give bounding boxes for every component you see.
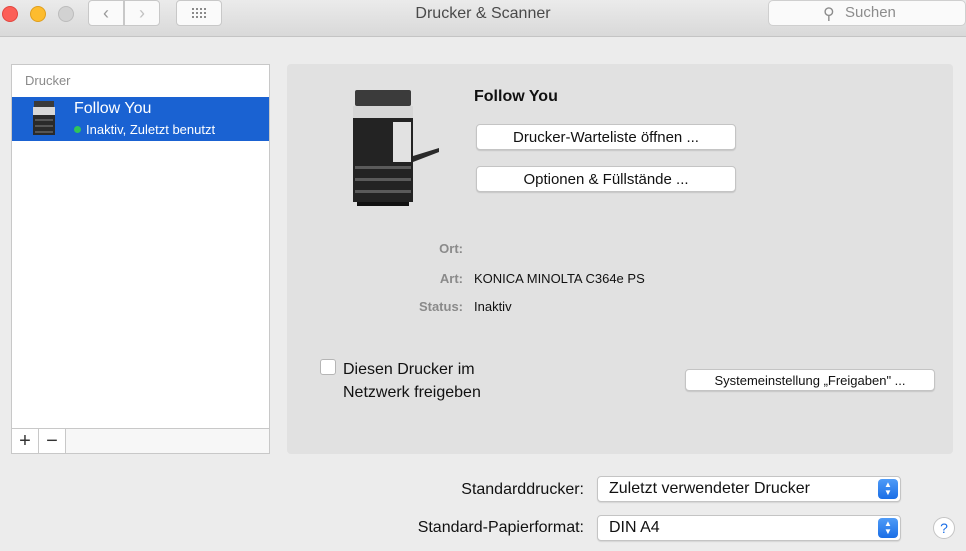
paper-size-label: Standard-Papierformat:	[417, 519, 584, 536]
default-printer-value: Zuletzt verwendeter Drucker	[609, 480, 810, 497]
title-bar: ‹ › Drucker & Scanner ⚲ Suchen	[0, 0, 966, 37]
printer-detail-panel: Follow You Drucker-Warteliste öffnen ...…	[287, 64, 953, 454]
default-printer-label: Standarddrucker:	[461, 481, 584, 498]
kind-label: Art:	[439, 271, 463, 286]
printer-list: Drucker Follow You Inaktiv, Zuletzt benu…	[11, 64, 270, 454]
help-button[interactable]: ?	[933, 517, 955, 539]
printer-list-item[interactable]: Follow You Inaktiv, Zuletzt benutzt	[12, 97, 269, 141]
updown-chevron-icon: ▲ ▼	[878, 518, 898, 538]
default-printer-select[interactable]: Zuletzt verwendeter Drucker ▲ ▼	[597, 476, 901, 502]
add-printer-button[interactable]: +	[12, 429, 39, 453]
printer-name: Follow You	[74, 100, 152, 117]
updown-chevron-icon: ▲ ▼	[878, 479, 898, 499]
open-print-queue-button[interactable]: Drucker-Warteliste öffnen ...	[476, 124, 736, 150]
printer-status: Inaktiv, Zuletzt benutzt	[74, 122, 215, 137]
search-field[interactable]: ⚲ Suchen	[768, 0, 966, 26]
printer-status-text: Inaktiv, Zuletzt benutzt	[86, 122, 216, 137]
kind-value: KONICA MINOLTA C364e PS	[474, 271, 645, 286]
status-label: Status:	[418, 299, 463, 314]
remove-printer-button[interactable]: −	[39, 429, 66, 453]
printer-list-footer: + −	[12, 428, 269, 453]
search-placeholder: Suchen	[845, 4, 896, 21]
printer-list-header: Drucker	[25, 73, 71, 88]
paper-size-select[interactable]: DIN A4 ▲ ▼	[597, 515, 901, 541]
location-label: Ort:	[439, 241, 463, 256]
share-printer-checkbox[interactable]	[320, 359, 336, 375]
options-supplies-button[interactable]: Optionen & Füllstände ...	[476, 166, 736, 192]
printer-title: Follow You	[474, 88, 558, 105]
status-value: Inaktiv	[474, 299, 512, 314]
search-icon: ⚲	[823, 6, 835, 23]
printer-icon	[353, 90, 439, 206]
sharing-preferences-button[interactable]: Systemeinstellung „Freigaben" ...	[685, 369, 935, 391]
minus-icon: −	[46, 429, 58, 452]
share-printer-label[interactable]: Diesen Drucker im Netzwerk freigeben	[343, 358, 543, 404]
paper-size-value: DIN A4	[609, 519, 660, 536]
printer-icon	[33, 101, 55, 135]
question-icon: ?	[940, 520, 948, 536]
plus-icon: +	[19, 429, 31, 452]
status-dot-icon	[74, 126, 81, 133]
